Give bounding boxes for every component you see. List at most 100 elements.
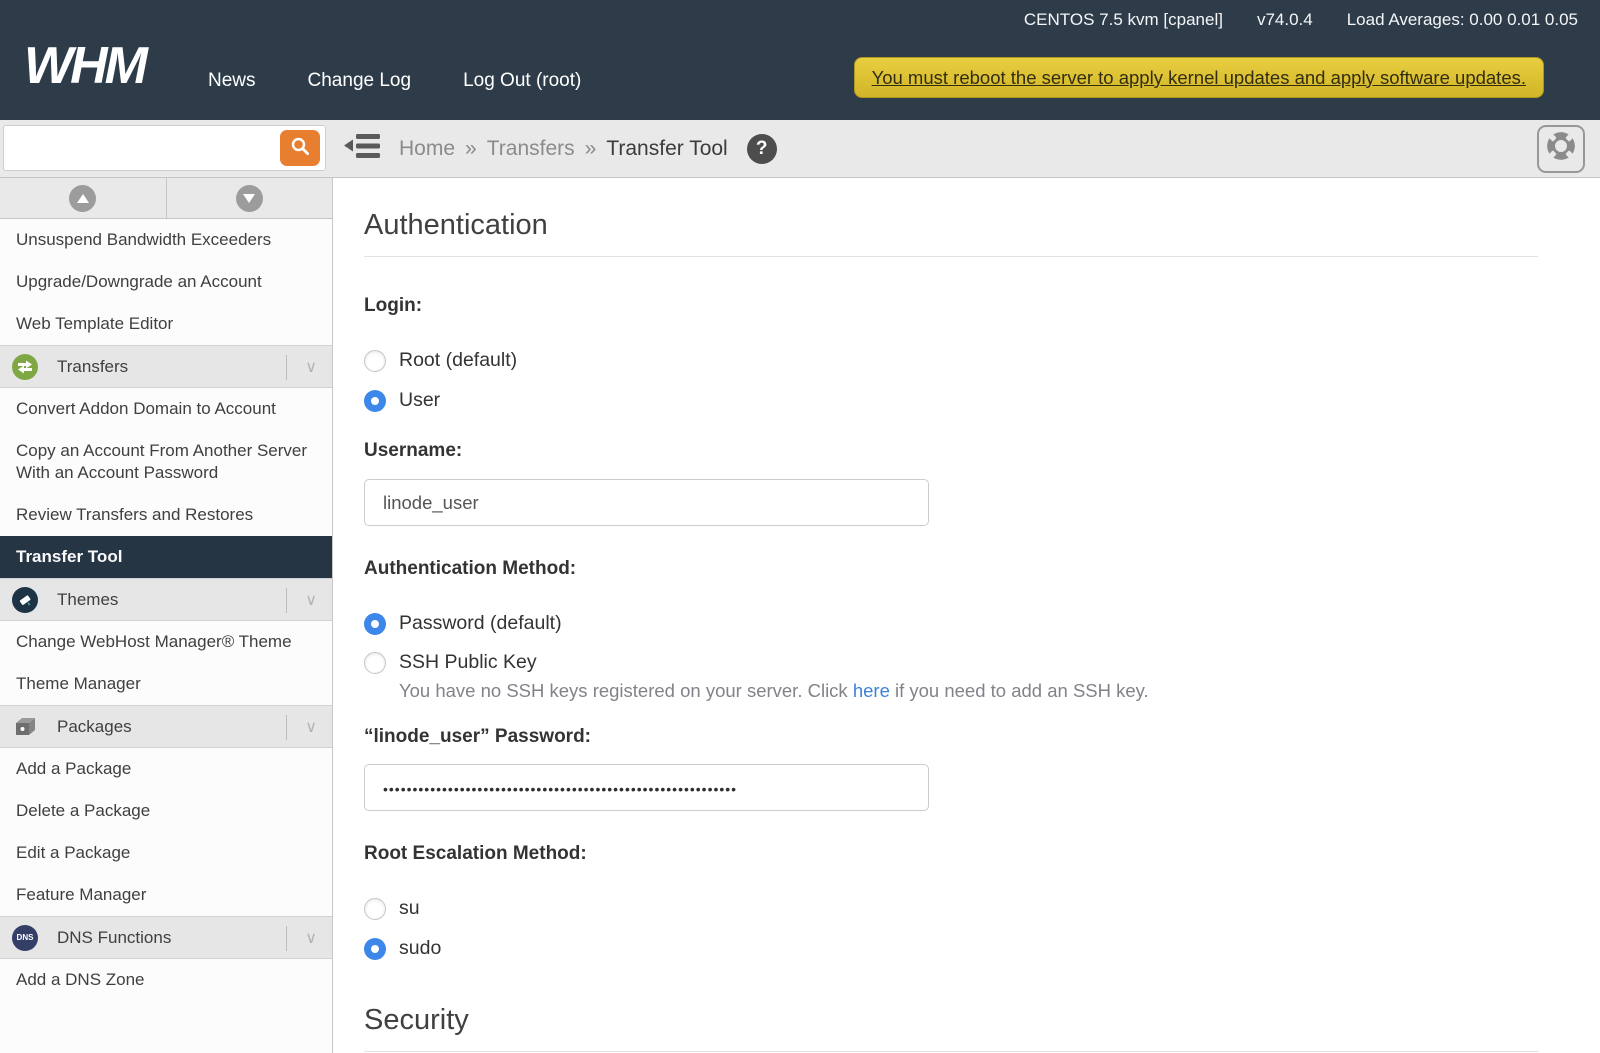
radio-checked-icon[interactable] (364, 938, 386, 960)
radio-option-label: su (399, 897, 420, 920)
auth-method-option-ssh-key[interactable]: SSH Public Key (364, 651, 537, 674)
login-option-user[interactable]: User (364, 389, 440, 412)
radio-checked-icon[interactable] (364, 390, 386, 412)
packages-icon (12, 714, 38, 740)
search-icon (290, 136, 310, 159)
sidebar-item-web-template-editor[interactable]: Web Template Editor (0, 303, 332, 345)
radio-unchecked-icon[interactable] (364, 652, 386, 674)
support-button[interactable] (1537, 125, 1585, 173)
breadcrumb-separator: » (585, 137, 597, 161)
sidebar-scroll-controls (0, 178, 332, 219)
collapse-sidebar-button[interactable] (343, 134, 381, 164)
chevron-down-icon[interactable]: ∨ (305, 717, 317, 737)
sidebar-section-label: Transfers (57, 357, 128, 377)
breadcrumb-separator: » (465, 137, 477, 161)
lifering-icon (1545, 130, 1577, 167)
whm-logo[interactable]: WHM (24, 36, 145, 96)
collapse-sidebar-icon (344, 133, 380, 164)
load-averages: Load Averages: 0.00 0.01 0.05 (1347, 10, 1578, 30)
ssh-key-helper-text: You have no SSH keys registered on your … (399, 680, 1538, 702)
auth-method-option-password[interactable]: Password (default) (364, 612, 562, 635)
search-input[interactable] (3, 125, 326, 171)
sidebar-section-label: DNS Functions (57, 928, 171, 948)
server-status-line: CENTOS 7.5 kvm [cpanel] v74.0.4 Load Ave… (1024, 10, 1578, 30)
sidebar-item-add-dns-zone[interactable]: Add a DNS Zone (0, 959, 332, 1001)
radio-option-label: sudo (399, 937, 441, 960)
root-escalation-radio-group: su sudo (364, 897, 1538, 960)
authentication-method-label: Authentication Method: (364, 558, 1538, 580)
root-escalation-option-sudo[interactable]: sudo (364, 937, 441, 960)
root-escalation-option-su[interactable]: su (364, 897, 420, 920)
arrow-down-icon (236, 185, 263, 212)
nav-logout-link[interactable]: Log Out (root) (463, 70, 581, 92)
login-radio-group: Root (default) User (364, 349, 1538, 412)
section-divider (286, 926, 287, 951)
dns-icon: DNS (12, 925, 38, 951)
sidebar-item-convert-addon-domain[interactable]: Convert Addon Domain to Account (0, 388, 332, 430)
helper-text-after: if you need to add an SSH key. (890, 680, 1149, 701)
radio-option-label: Root (default) (399, 349, 517, 372)
sidebar-item-review-transfers-restores[interactable]: Review Transfers and Restores (0, 494, 332, 536)
breadcrumb-home-link[interactable]: Home (399, 137, 455, 161)
sidebar-section-dns-functions[interactable]: DNS DNS Functions ∨ (0, 916, 332, 959)
security-section-title: Security (364, 1004, 1538, 1052)
sidebar-scroll-up-button[interactable] (0, 178, 167, 218)
sidebar-item-change-whm-theme[interactable]: Change WebHost Manager® Theme (0, 621, 332, 663)
arrow-up-icon (69, 185, 96, 212)
section-divider (286, 588, 287, 613)
sidebar-section-label: Packages (57, 717, 132, 737)
sidebar-item-unsuspend-bandwidth-exceeders[interactable]: Unsuspend Bandwidth Exceeders (0, 219, 332, 261)
radio-unchecked-icon[interactable] (364, 898, 386, 920)
sidebar-item-add-package[interactable]: Add a Package (0, 748, 332, 790)
nav-news-link[interactable]: News (208, 70, 256, 92)
root-escalation-method-label: Root Escalation Method: (364, 843, 1538, 865)
login-option-root[interactable]: Root (default) (364, 349, 517, 372)
nav-changelog-link[interactable]: Change Log (308, 70, 412, 92)
radio-checked-icon[interactable] (364, 613, 386, 635)
reboot-warning-banner[interactable]: You must reboot the server to apply kern… (854, 57, 1544, 98)
search-button[interactable] (280, 130, 320, 166)
login-label: Login: (364, 295, 1538, 317)
breadcrumb-transfers-link[interactable]: Transfers (487, 137, 575, 161)
helper-text-before: You have no SSH keys registered on your … (399, 680, 853, 701)
username-label: Username: (364, 440, 1538, 462)
sidebar-section-transfers[interactable]: Transfers ∨ (0, 345, 332, 388)
radio-option-label: SSH Public Key (399, 651, 537, 674)
sidebar-item-delete-package[interactable]: Delete a Package (0, 790, 332, 832)
whm-transfer-tool-page: CENTOS 7.5 kvm [cpanel] v74.0.4 Load Ave… (0, 0, 1600, 1053)
top-header-bar: CENTOS 7.5 kvm [cpanel] v74.0.4 Load Ave… (0, 0, 1600, 120)
whm-version: v74.0.4 (1257, 10, 1313, 30)
sidebar: Unsuspend Bandwidth Exceeders Upgrade/Do… (0, 178, 333, 1053)
sidebar-item-feature-manager[interactable]: Feature Manager (0, 874, 332, 916)
add-ssh-key-link[interactable]: here (853, 680, 890, 701)
sidebar-scroll-down-button[interactable] (167, 178, 333, 218)
sidebar-item-upgrade-downgrade-account[interactable]: Upgrade/Downgrade an Account (0, 261, 332, 303)
sidebar-section-themes[interactable]: Themes ∨ (0, 578, 332, 621)
section-divider (286, 715, 287, 740)
content-row: Unsuspend Bandwidth Exceeders Upgrade/Do… (0, 178, 1600, 1053)
sidebar-item-transfer-tool[interactable]: Transfer Tool (0, 536, 332, 578)
breadcrumb-toolbar: Home » Transfers » Transfer Tool ? (0, 120, 1600, 178)
password-field[interactable] (364, 764, 929, 811)
authentication-section-title: Authentication (364, 209, 1538, 257)
username-field[interactable] (364, 479, 929, 526)
chevron-down-icon[interactable]: ∨ (305, 357, 317, 377)
help-icon[interactable]: ? (747, 134, 777, 164)
sidebar-item-edit-package[interactable]: Edit a Package (0, 832, 332, 874)
password-label: “linode_user” Password: (364, 726, 1538, 748)
sidebar-item-copy-account-password[interactable]: Copy an Account From Another Server With… (0, 430, 332, 494)
reboot-warning-text: You must reboot the server to apply kern… (872, 67, 1526, 89)
radio-option-label: Password (default) (399, 612, 562, 635)
sidebar-section-packages[interactable]: Packages ∨ (0, 705, 332, 748)
radio-unchecked-icon[interactable] (364, 350, 386, 372)
auth-method-radio-group: Password (default) SSH Public Key (364, 612, 1538, 674)
breadcrumb-current-page: Transfer Tool (606, 137, 727, 161)
chevron-down-icon[interactable]: ∨ (305, 928, 317, 948)
sidebar-search-area (0, 120, 333, 178)
section-divider (286, 355, 287, 380)
sidebar-item-theme-manager[interactable]: Theme Manager (0, 663, 332, 705)
sidebar-section-label: Themes (57, 590, 118, 610)
radio-option-label: User (399, 389, 440, 412)
main-content: Authentication Login: Root (default) Use… (333, 178, 1600, 1053)
chevron-down-icon[interactable]: ∨ (305, 590, 317, 610)
